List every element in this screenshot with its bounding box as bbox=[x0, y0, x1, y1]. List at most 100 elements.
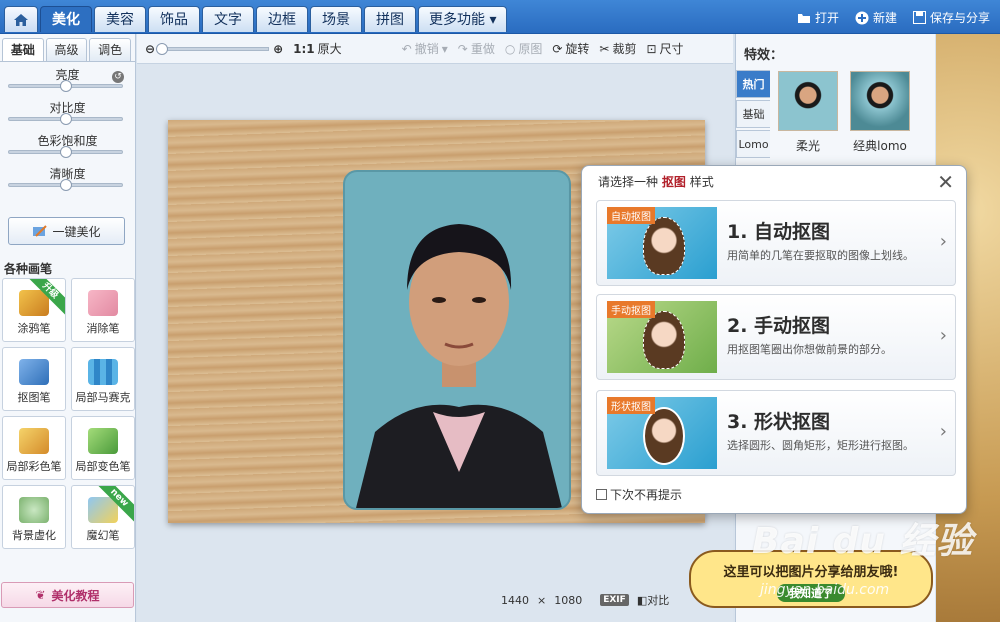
blur-icon bbox=[19, 497, 49, 523]
rotate-label: 旋转 bbox=[565, 42, 590, 56]
new-button[interactable]: 新建 bbox=[855, 9, 897, 26]
effect-thumb-soft-light[interactable] bbox=[778, 71, 838, 131]
brush-doodle[interactable]: 升级 涂鸦笔 bbox=[2, 278, 66, 342]
original-label: 原图 bbox=[518, 42, 543, 56]
tab-beautify[interactable]: 美化 bbox=[40, 6, 92, 32]
shape-cutout-preview: 形状抠图 bbox=[607, 397, 717, 469]
effects-tab-hot[interactable]: 热门 bbox=[736, 70, 770, 98]
tab-text[interactable]: 文字 bbox=[202, 6, 254, 32]
zoom-slider[interactable] bbox=[156, 42, 270, 55]
tab-beauty[interactable]: 美容 bbox=[94, 6, 146, 32]
undo-button[interactable]: ↶ 撤销 ▾ bbox=[402, 40, 448, 57]
saturation-slider: 色彩饱和度 bbox=[0, 128, 135, 161]
tab-scene[interactable]: 场景 bbox=[310, 6, 362, 32]
brightness-knob[interactable] bbox=[59, 80, 72, 92]
rotate-button[interactable]: ⟳ 旋转 bbox=[552, 40, 589, 57]
checkbox-box[interactable] bbox=[596, 489, 607, 500]
brush-mosaic[interactable]: 局部马赛克 bbox=[71, 347, 135, 411]
brush-eraser[interactable]: 消除笔 bbox=[71, 278, 135, 342]
crop-button[interactable]: ✂ 裁剪 bbox=[599, 40, 636, 57]
tutorial-label: 美化教程 bbox=[51, 588, 100, 603]
effects-tabs: 热门 基础 Lomo bbox=[736, 70, 770, 160]
tab-more-features[interactable]: 更多功能 ▾ bbox=[418, 6, 508, 32]
saturation-track[interactable] bbox=[8, 146, 123, 158]
mosaic-icon bbox=[88, 359, 118, 385]
subtab-basic[interactable]: 基础 bbox=[2, 38, 44, 61]
brush-local-recolor[interactable]: 局部变色笔 bbox=[71, 416, 135, 480]
home-tab[interactable] bbox=[4, 6, 38, 32]
resize-label: 尺寸 bbox=[659, 42, 684, 56]
brush-local-color[interactable]: 局部彩色笔 bbox=[2, 416, 66, 480]
redo-button[interactable]: ↷ 重做 bbox=[458, 40, 495, 57]
actual-size-button[interactable]: 1:1 原大 bbox=[293, 40, 342, 57]
tab-border[interactable]: 边框 bbox=[256, 6, 308, 32]
chevron-right-icon: › bbox=[939, 231, 947, 252]
portrait-illustration bbox=[356, 224, 562, 508]
redo-label: 重做 bbox=[470, 42, 495, 56]
folder-icon bbox=[797, 13, 810, 23]
effects-tab-basic[interactable]: 基础 bbox=[736, 100, 770, 128]
tab-accessories[interactable]: 饰品 bbox=[148, 6, 200, 32]
save-icon bbox=[912, 11, 926, 24]
one-key-beautify-button[interactable]: 一键美化 bbox=[8, 217, 125, 245]
undo-label: 撤销 bbox=[414, 42, 439, 56]
baidu-watermark-logo: Bai du 经验 bbox=[752, 521, 974, 562]
brush-label: 抠图笔 bbox=[17, 391, 51, 404]
new-label: 新建 bbox=[872, 11, 897, 25]
resize-button[interactable]: ⊡ 尺寸 bbox=[646, 40, 683, 57]
paint-bucket-icon bbox=[88, 428, 118, 454]
tab-collage[interactable]: 拼图 bbox=[364, 6, 416, 32]
open-label: 打开 bbox=[814, 11, 839, 25]
top-menu-bar: 美化 美容 饰品 文字 边框 场景 拼图 更多功能 ▾ 打开 新建 保存与分享 bbox=[0, 0, 1000, 34]
compare-icon: ◧ bbox=[636, 594, 648, 607]
original-button[interactable]: ○ 原图 bbox=[505, 40, 543, 57]
contrast-track[interactable] bbox=[8, 113, 123, 125]
option-title: 2. 手动抠图 bbox=[727, 315, 831, 337]
hands-icon: ❦ bbox=[35, 588, 46, 602]
brush-label: 消除笔 bbox=[86, 322, 120, 335]
close-icon[interactable]: ✕ bbox=[937, 170, 954, 194]
beautify-tutorial-button[interactable]: ❦ 美化教程 bbox=[1, 582, 134, 608]
auto-cutout-option[interactable]: 自动抠图 1. 自动抠图 用简单的几笔在要抠取的图像上划线。 › bbox=[596, 200, 956, 286]
chevron-right-icon: › bbox=[939, 325, 947, 346]
title-pre: 请选择一种 bbox=[598, 175, 659, 189]
option-title: 1. 自动抠图 bbox=[727, 221, 831, 243]
effect-thumb-classic-lomo[interactable] bbox=[850, 71, 910, 131]
saturation-knob[interactable] bbox=[59, 146, 72, 158]
face-illustration bbox=[643, 311, 685, 369]
original-icon: ○ bbox=[504, 41, 516, 56]
contrast-knob[interactable] bbox=[59, 113, 72, 125]
editor-toolbar: ⊖ ⊕ 1:1 原大 ↶ 撤销 ▾ ↷ 重做 ○ 原图 ⟳ 旋转 ✂ 裁剪 ⊡ 尺寸 bbox=[137, 34, 733, 64]
zoom-in-icon[interactable]: ⊕ bbox=[273, 42, 283, 56]
zoom-out-icon[interactable]: ⊖ bbox=[145, 42, 155, 56]
brightness-track[interactable] bbox=[8, 80, 123, 92]
scissors-icon: ✂ bbox=[599, 41, 610, 56]
subtab-color[interactable]: 调色 bbox=[89, 38, 132, 61]
sharpness-track[interactable] bbox=[8, 179, 123, 191]
open-button[interactable]: 打开 bbox=[797, 9, 839, 26]
brush-grid: 升级 涂鸦笔 消除笔 抠图笔 局部马赛克 局部彩色笔 局部变色笔 背景虚化 ne… bbox=[2, 278, 136, 549]
sharpness-knob[interactable] bbox=[59, 179, 72, 191]
option-title: 3. 形状抠图 bbox=[727, 411, 831, 433]
compare-button[interactable]: ◧对比 bbox=[637, 592, 669, 608]
manual-cutout-option[interactable]: 手动抠图 2. 手动抠图 用抠图笔圈出你想做前景的部分。 › bbox=[596, 294, 956, 380]
brush-cutout[interactable]: 抠图笔 bbox=[2, 347, 66, 411]
brush-background-blur[interactable]: 背景虚化 bbox=[2, 485, 66, 549]
effect-label: 柔光 bbox=[795, 139, 820, 153]
effects-tab-lomo[interactable]: Lomo bbox=[736, 130, 770, 158]
chevron-down-icon[interactable]: ▾ bbox=[442, 42, 448, 56]
plus-circle-icon bbox=[855, 11, 869, 24]
shape-cutout-option[interactable]: 形状抠图 3. 形状抠图 选择圆形、圆角矩形，矩形进行抠图。 › bbox=[596, 390, 956, 476]
image-height: 1080 bbox=[554, 593, 583, 607]
brush-magic[interactable]: new 魔幻笔 bbox=[71, 485, 135, 549]
save-share-button[interactable]: 保存与分享 bbox=[912, 9, 990, 26]
tip-text: 这里可以把图片分享给朋友哦! bbox=[723, 565, 899, 580]
brush-label: 局部马赛克 bbox=[75, 391, 131, 404]
zoom-knob[interactable] bbox=[156, 42, 169, 55]
rotate-icon: ⟳ bbox=[552, 41, 563, 56]
dont-show-again-checkbox[interactable]: 下次不再提示 bbox=[596, 486, 682, 503]
chevron-right-icon: › bbox=[939, 421, 947, 442]
effect-label: 经典lomo bbox=[853, 139, 907, 153]
subtab-advanced[interactable]: 高级 bbox=[45, 38, 88, 61]
exif-button[interactable]: EXIF bbox=[600, 594, 629, 606]
